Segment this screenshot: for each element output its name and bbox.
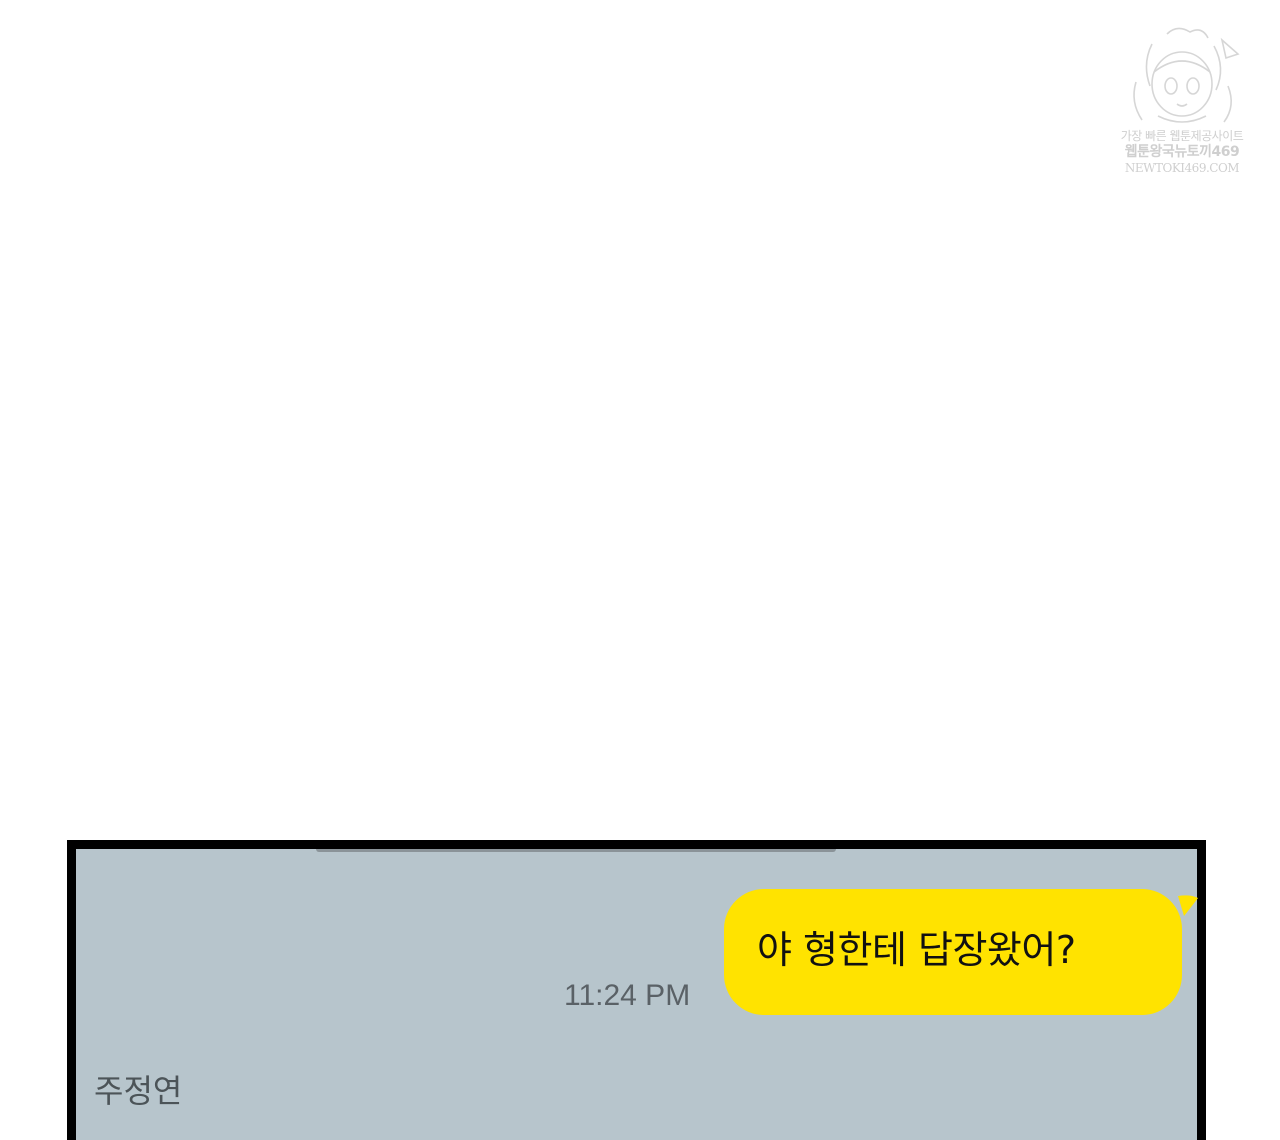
chat-top-handle (316, 849, 836, 852)
outgoing-message-bubble[interactable]: 야 형한테 답장왔어? (724, 889, 1182, 1015)
chat-panel: 야 형한테 답장왔어? 11:24 PM 주정연 (67, 840, 1206, 1140)
watermark: 가장 빠른 웹툰제공사이트 웹툰왕국뉴토끼469 NEWTOKI469.COM (1112, 24, 1252, 194)
bubble-tail (1178, 895, 1198, 916)
watermark-line-2: 웹툰왕국뉴토끼469 (1124, 144, 1240, 160)
message-text: 야 형한테 답장왔어? (757, 928, 1076, 972)
sender-name: 주정연 (94, 1072, 183, 1110)
watermark-line-1: 가장 빠른 웹툰제공사이트 (1120, 129, 1244, 143)
watermark-line-3: NEWTOKI469.COM (1124, 161, 1240, 175)
anime-girl-icon (1133, 27, 1240, 123)
message-timestamp: 11:24 PM (564, 979, 691, 1012)
